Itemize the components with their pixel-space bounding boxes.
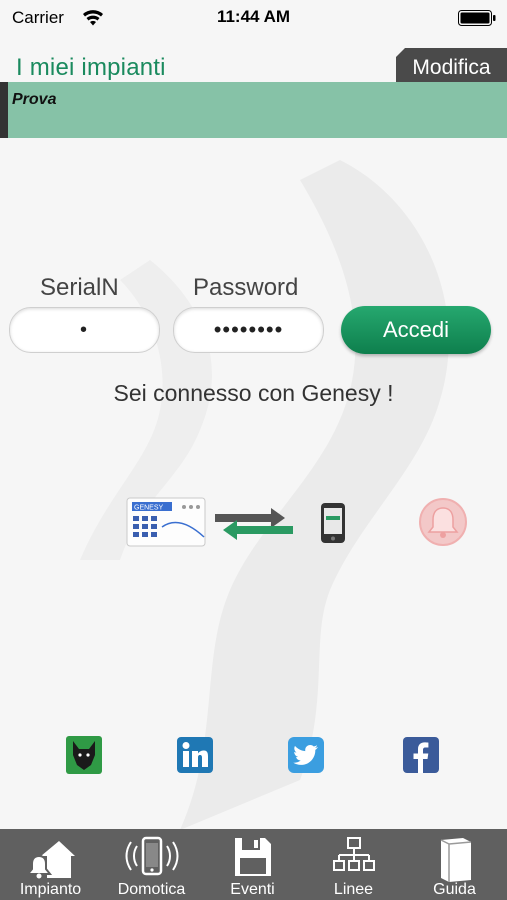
bell-icon <box>419 498 467 546</box>
linkedin-icon[interactable] <box>176 735 214 775</box>
tab-eventi[interactable]: Eventi <box>202 829 303 900</box>
tab-label: Eventi <box>230 881 275 898</box>
login-button[interactable]: Accedi <box>341 306 491 354</box>
tab-impianto[interactable]: Impianto <box>0 829 101 900</box>
tab-label: Guida <box>433 881 476 898</box>
site-row[interactable]: Prova <box>0 82 507 138</box>
status-bar: Carrier 11:44 AM <box>0 0 507 36</box>
phone-icon <box>321 503 345 543</box>
panel-brand: GENESY <box>134 505 164 512</box>
tab-linee[interactable]: Linee <box>303 829 404 900</box>
battery-icon <box>458 10 496 26</box>
alarm-panel-icon: GENESY <box>126 497 206 547</box>
tab-bar: Impianto Domotica Eventi Linee Guida <box>0 829 507 900</box>
book-icon <box>440 838 471 882</box>
mobile-signal-icon <box>125 836 178 876</box>
password-label: Password <box>193 274 299 301</box>
tab-label: Impianto <box>19 881 82 898</box>
twitter-icon[interactable] <box>287 735 325 775</box>
page-title: I miei impianti <box>16 54 166 81</box>
connection-status: Sei connesso con Genesy ! <box>113 380 394 406</box>
edit-button[interactable]: Modifica <box>396 48 507 86</box>
sync-arrows-icon <box>215 508 293 540</box>
clock: 11:44 AM <box>216 7 291 26</box>
background-watermark <box>80 160 449 830</box>
serial-label: SerialN <box>40 274 119 301</box>
house-bell-icon <box>25 841 75 879</box>
tab-domotica[interactable]: Domotica <box>101 829 202 900</box>
header: I miei impianti Modifica Prova <box>0 44 507 139</box>
serial-input[interactable]: • <box>9 307 160 353</box>
password-input[interactable]: •••••••• <box>173 307 324 353</box>
facebook-icon[interactable] <box>402 735 440 775</box>
site-name: Prova <box>12 91 57 108</box>
tab-label: Domotica <box>117 881 186 898</box>
network-icon <box>332 837 375 871</box>
floppy-disk-icon <box>234 838 271 876</box>
tab-guida[interactable]: Guida <box>404 829 505 900</box>
wolf-logo-icon[interactable] <box>65 735 103 775</box>
tab-label: Linee <box>333 881 374 898</box>
